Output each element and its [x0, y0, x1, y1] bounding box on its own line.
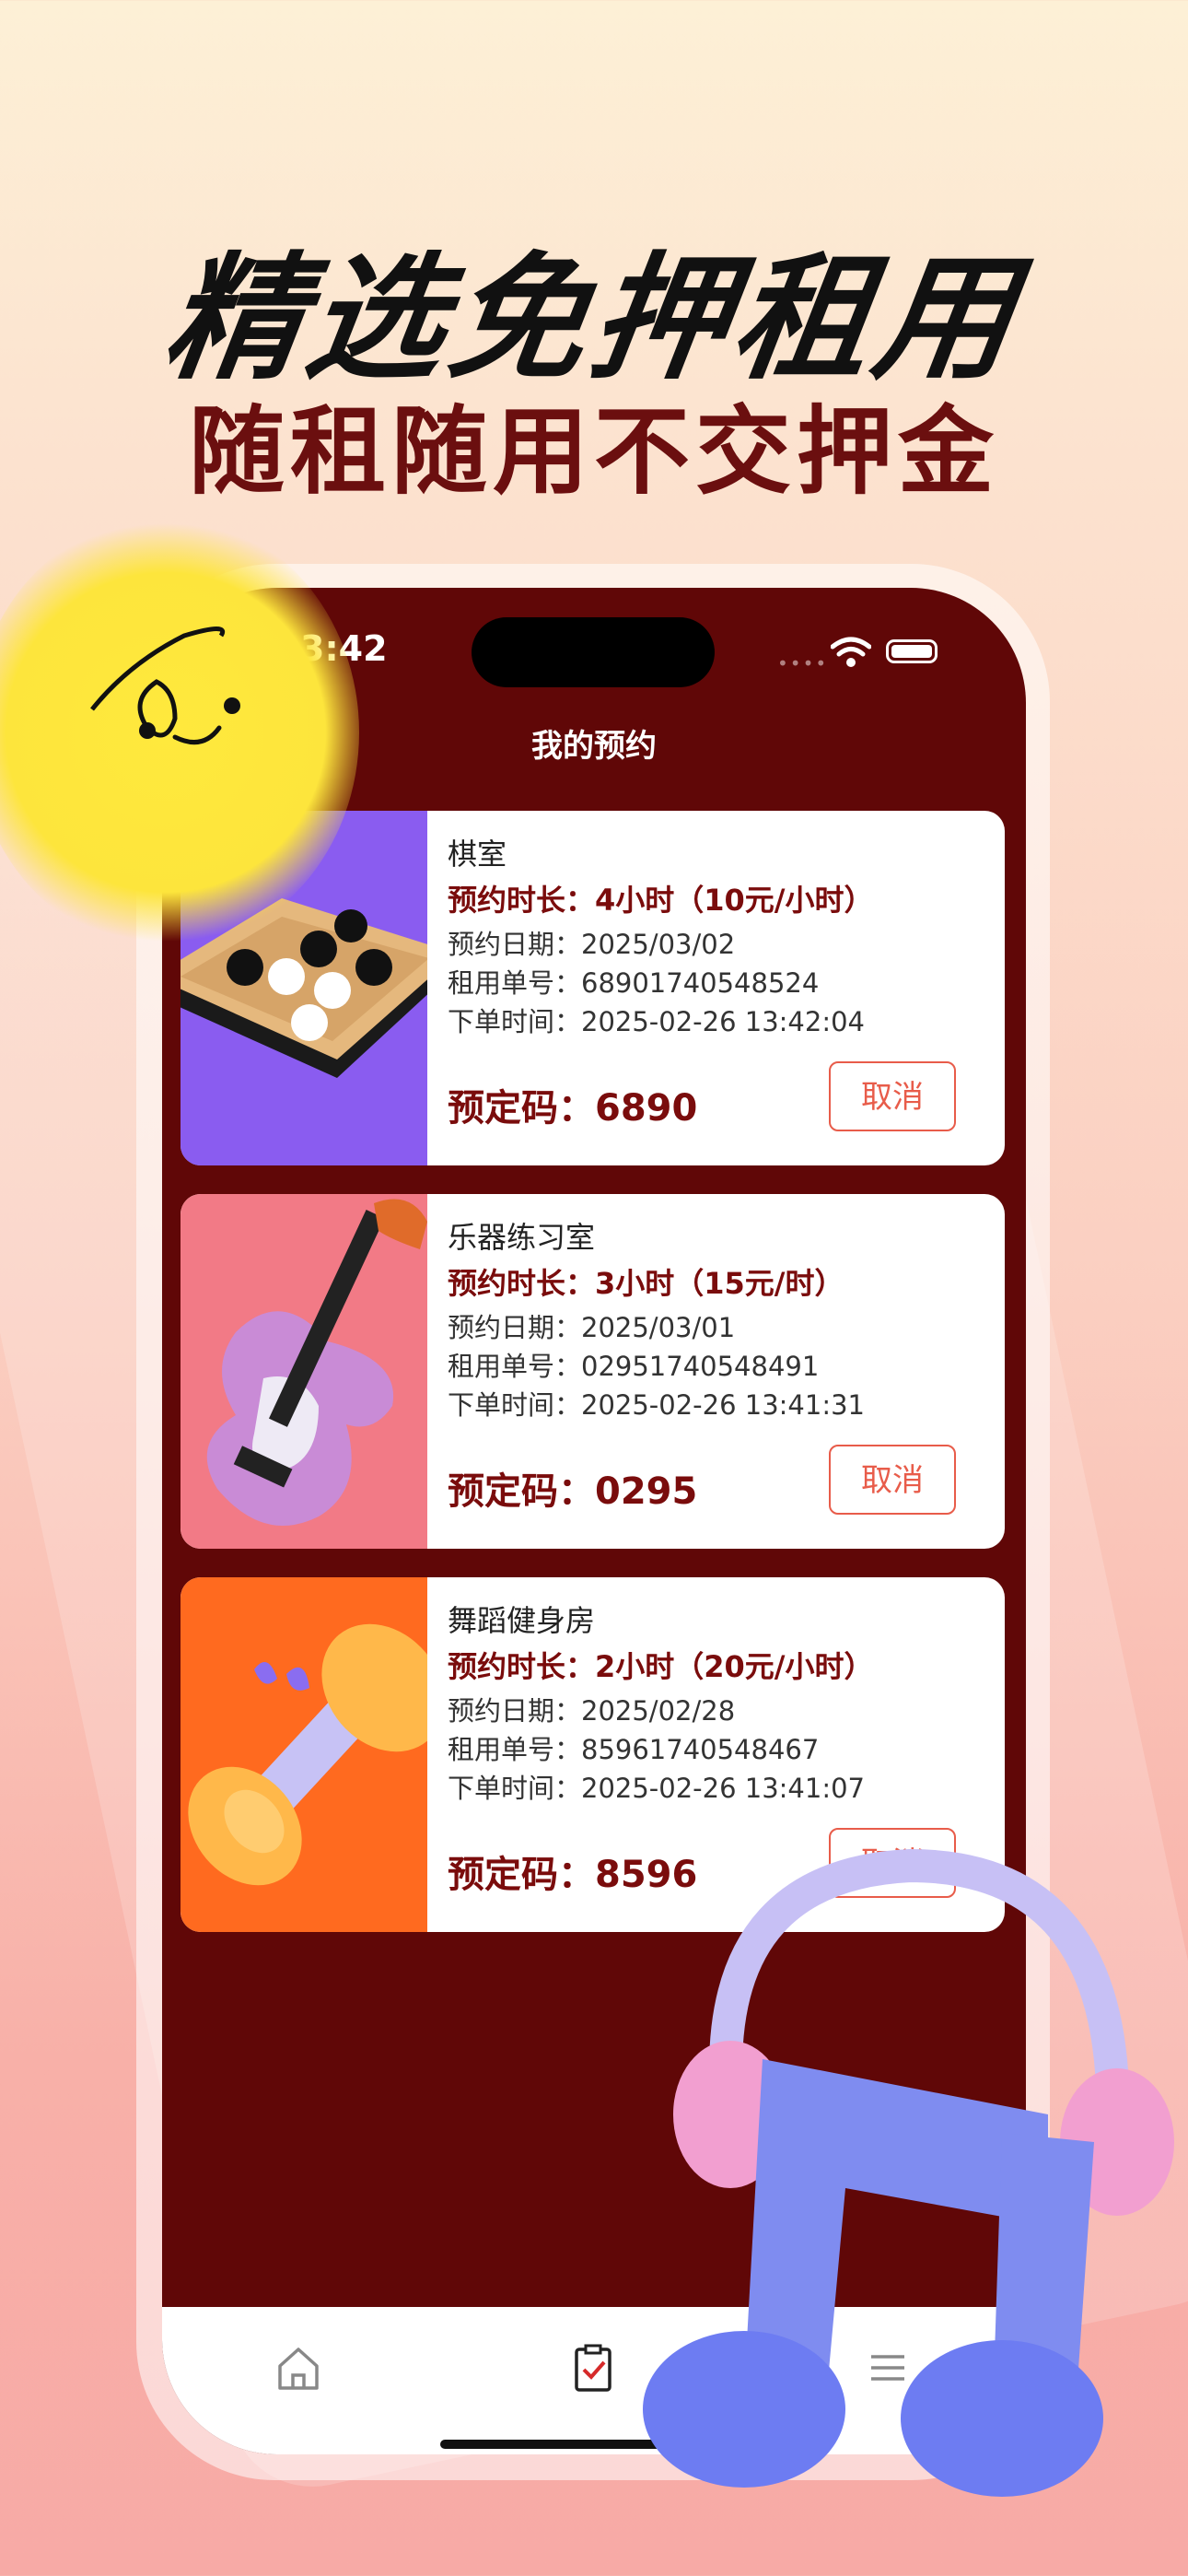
duration-text: 预约时长：3小时（15元/时）: [448, 1266, 844, 1301]
order-time: 下单时间：2025-02-26 13:42:04: [448, 1006, 865, 1037]
cancel-button[interactable]: 取消: [829, 1445, 956, 1515]
room-name: 乐器练习室: [448, 1220, 596, 1255]
smiley-sun-decoration: [0, 516, 359, 949]
music-room-image: [181, 1194, 427, 1549]
music-note-decoration: [643, 1848, 1174, 2497]
duration-text: 预约时长：2小时（20元/小时）: [448, 1649, 874, 1684]
booking-code: 预定码：6890: [448, 1087, 698, 1130]
order-number: 租用单号：02951740548491: [448, 1351, 820, 1382]
order-time: 下单时间：2025-02-26 13:41:07: [448, 1773, 865, 1804]
order-number: 租用单号：68901740548524: [448, 967, 820, 999]
reservation-card[interactable]: 乐器练习室 预约时长：3小时（15元/时） 预约日期：2025/03/01 租用…: [181, 1194, 1005, 1549]
reservation-date: 预约日期：2025/03/02: [448, 929, 736, 960]
reservation-date: 预约日期：2025/03/01: [448, 1312, 736, 1343]
room-name: 舞蹈健身房: [448, 1603, 596, 1638]
signal-icon: ••••: [777, 652, 829, 674]
booking-code: 预定码：0295: [448, 1470, 698, 1513]
order-time: 下单时间：2025-02-26 13:41:31: [448, 1389, 865, 1421]
clipboard-check-icon[interactable]: [565, 2340, 621, 2395]
dynamic-island: [472, 617, 715, 687]
battery-icon: [886, 639, 938, 663]
home-icon[interactable]: [271, 2340, 326, 2395]
reservation-date: 预约日期：2025/02/28: [448, 1695, 736, 1727]
cancel-button[interactable]: 取消: [829, 1061, 956, 1131]
hero-subtitle: 随租随用不交押金: [188, 395, 999, 508]
dance-gym-image: [181, 1577, 427, 1932]
wifi-icon: [831, 637, 871, 667]
duration-text: 预约时长：4小时（10元/小时）: [448, 883, 874, 918]
room-name: 棋室: [448, 837, 507, 872]
order-number: 租用单号：85961740548467: [448, 1734, 820, 1765]
